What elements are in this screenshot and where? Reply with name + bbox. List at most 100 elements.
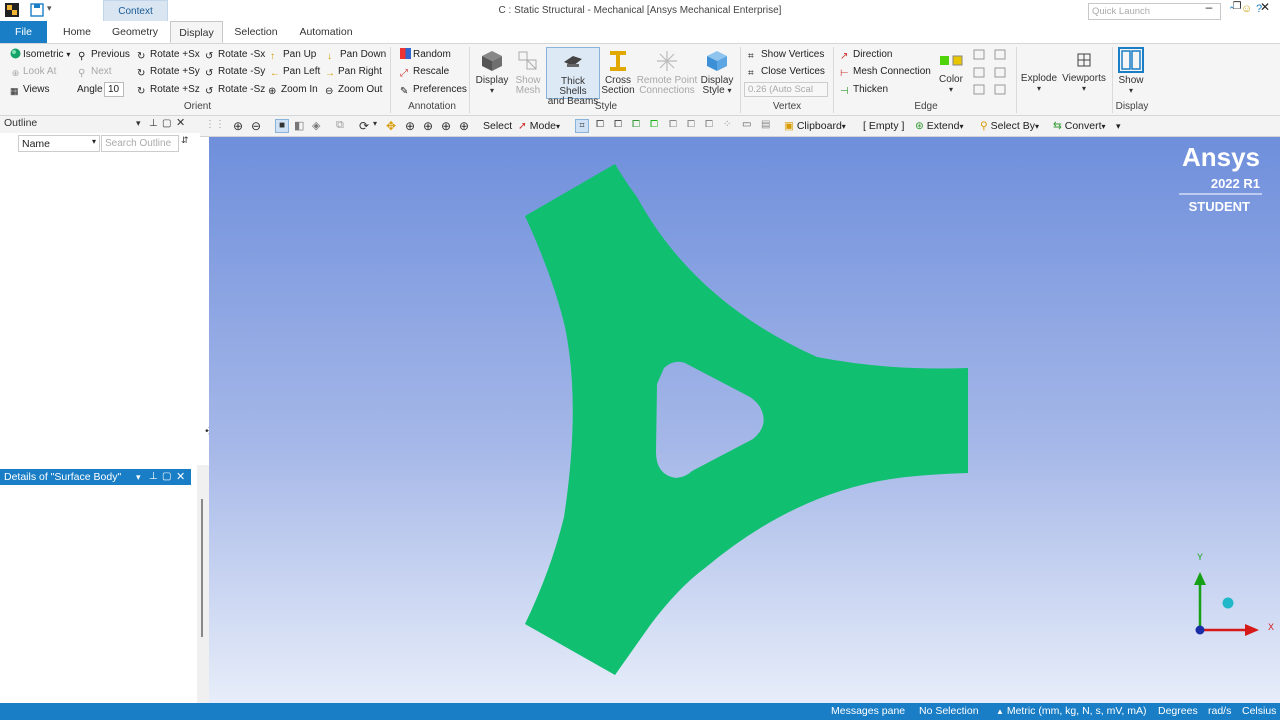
random-button[interactable]: Random xyxy=(400,47,451,62)
next-button[interactable]: ⚲ Next xyxy=(78,64,112,79)
outline-options-icon[interactable]: ⇵ xyxy=(181,135,189,146)
pan-up-button[interactable]: ↑ Pan Up xyxy=(270,47,316,62)
tab-geometry[interactable]: Geometry xyxy=(107,21,163,43)
magnifier-icon[interactable]: ⊕ xyxy=(459,119,473,133)
direction-button[interactable]: ↗ Direction xyxy=(840,47,892,62)
pan-down-button[interactable]: ↓ Pan Down xyxy=(327,47,386,62)
convert-dropdown[interactable]: ⇆ Convert▾ xyxy=(1053,119,1106,134)
tab-display[interactable]: Display xyxy=(170,21,223,43)
show-mesh-button[interactable]: Show Mesh xyxy=(512,49,544,96)
look-at-button[interactable]: ⊕ Look At xyxy=(10,64,57,79)
close-vertices-button[interactable]: ⌗ Close Vertices xyxy=(748,64,825,79)
edge-color-button[interactable]: Color ▾ xyxy=(936,53,966,95)
extend-dropdown[interactable]: ⊛ Extend▾ xyxy=(915,119,963,134)
explode-button[interactable]: Explode ▾ xyxy=(1020,74,1058,94)
show-vertices-button[interactable]: ⌗ Show Vertices xyxy=(748,47,824,62)
zoom-out-button[interactable]: ⊖ Zoom Out xyxy=(325,82,382,97)
close-panel-icon[interactable]: ✕ xyxy=(176,469,185,485)
pan-right-button[interactable]: → Pan Right xyxy=(325,64,382,79)
model-geometry[interactable]: Ansys 2022 R1 STUDENT Y X xyxy=(209,137,1280,703)
temperature-units[interactable]: Celsius xyxy=(1242,703,1276,720)
rotate-minus-sx-button[interactable]: ↺ Rotate -Sx xyxy=(205,47,265,62)
viewports-button[interactable]: Viewports ▾ xyxy=(1060,53,1108,94)
ruler-icon[interactable]: ▤ xyxy=(761,119,775,133)
select-mesh-icon[interactable]: ⁘ xyxy=(723,119,737,133)
pin-panel-icon[interactable]: ⊥ xyxy=(149,469,158,485)
select-node-icon[interactable]: ⧠ xyxy=(650,119,664,133)
select-vertex-icon[interactable]: ⌗ xyxy=(575,119,589,133)
zoom-in-button[interactable]: ⊕ Zoom In xyxy=(268,82,318,97)
zoom-icon[interactable]: ⊕ xyxy=(405,119,419,133)
pan-view-icon[interactable]: ✥ xyxy=(386,119,400,133)
thick-shells-beams-button[interactable]: Thick Shells and Beams xyxy=(546,47,600,107)
display-dropdown-button[interactable]: Display ▾ xyxy=(474,49,510,96)
search-outline-input[interactable]: Search Outline xyxy=(101,135,179,152)
pan-left-button[interactable]: ← Pan Left xyxy=(270,64,320,79)
wireframe-cube-icon[interactable]: ◧ xyxy=(294,119,308,133)
tab-automation[interactable]: Automation xyxy=(292,21,360,43)
select-element-face-icon[interactable]: ⧠ xyxy=(669,119,683,133)
rotate-minus-sy-button[interactable]: ↺ Rotate -Sy xyxy=(205,64,265,79)
maximize-panel-icon[interactable]: ▢ xyxy=(162,116,171,131)
isometric-button[interactable]: Isometric ▾ xyxy=(10,47,70,62)
cross-section-button[interactable]: Cross Section xyxy=(601,49,635,96)
details-scrollbar[interactable] xyxy=(201,499,203,637)
show-button[interactable]: Show ▾ xyxy=(1114,47,1148,96)
zoom-fit-icon[interactable]: ⊕ xyxy=(441,119,455,133)
mesh-connection-button[interactable]: ⊢ Mesh Connection xyxy=(840,64,931,79)
tab-home[interactable]: Home xyxy=(55,21,99,43)
triad-axis[interactable]: Y X xyxy=(1194,552,1274,636)
pin-panel-icon[interactable]: ⊥ xyxy=(149,116,158,131)
details-grid[interactable] xyxy=(0,486,197,702)
mode-dropdown[interactable]: ➚ Mode▾ xyxy=(518,119,560,134)
remote-point-connections-button[interactable]: Remote Point Connections xyxy=(636,49,698,96)
select-body-icon[interactable]: ⧠ xyxy=(632,119,646,133)
outline-tree[interactable] xyxy=(0,153,209,465)
rescale-button[interactable]: ⤢ Rescale xyxy=(400,64,449,79)
preferences-button[interactable]: ✎ Preferences xyxy=(400,82,467,97)
annotation-icon[interactable]: ▭ xyxy=(742,119,756,133)
messages-pane-toggle[interactable]: Messages pane xyxy=(831,703,905,720)
rotate-minus-sz-button[interactable]: ↺ Rotate -Sz xyxy=(205,82,265,97)
toolbar-overflow-icon[interactable]: ▾ xyxy=(1116,119,1121,133)
name-column-filter[interactable]: Name ▾ xyxy=(18,135,100,152)
previous-button[interactable]: ⚲ Previous xyxy=(78,47,130,62)
section-icon[interactable]: ⧉ xyxy=(336,119,350,133)
angle-input[interactable]: 10 xyxy=(104,82,124,97)
select-element-icon[interactable]: ⧠ xyxy=(687,119,701,133)
select-all-icon[interactable]: ⧠ xyxy=(705,119,719,133)
select-label[interactable]: Select xyxy=(483,119,512,133)
rotate-plus-sy-button[interactable]: ↻ Rotate +Sy xyxy=(137,64,200,79)
rotate-plus-sx-button[interactable]: ↻ Rotate +Sx xyxy=(137,47,200,62)
edges-icon[interactable]: ◈ xyxy=(312,119,326,133)
clipboard-dropdown[interactable]: ▣ Clipboard▾ xyxy=(784,119,846,134)
restore-button[interactable]: ❐ xyxy=(1227,0,1247,15)
close-panel-icon[interactable]: ✕ xyxy=(176,116,185,131)
units-dropdown[interactable]: ▲ Metric (mm, kg, N, s, mV, mA) xyxy=(996,703,1146,720)
views-button[interactable]: ▦ Views xyxy=(10,82,50,97)
select-by-dropdown[interactable]: ⚲ Select By▾ xyxy=(980,119,1039,134)
zoom-to-fit-icon[interactable]: ⊕ xyxy=(233,119,247,133)
panel-dropdown-icon[interactable]: ▾ xyxy=(136,116,141,131)
zoom-box-icon[interactable]: ⊕ xyxy=(423,119,437,133)
display-style-button[interactable]: Display Style ▾ xyxy=(699,49,735,96)
surface-body[interactable] xyxy=(525,164,968,675)
panel-dropdown-icon[interactable]: ▾ xyxy=(136,469,141,485)
edge-style-icons[interactable] xyxy=(973,48,1013,98)
box-zoom-icon[interactable]: ⊖ xyxy=(251,119,265,133)
graphics-viewport[interactable]: Ansys 2022 R1 STUDENT Y X xyxy=(209,137,1280,703)
tab-selection[interactable]: Selection xyxy=(230,21,282,43)
rotate-dropdown-icon[interactable]: ▾ xyxy=(373,119,387,133)
rotation-units[interactable]: rad/s xyxy=(1208,703,1231,720)
select-face-icon[interactable]: ⧠ xyxy=(614,119,628,133)
rotate-plus-sz-button[interactable]: ↻ Rotate +Sz xyxy=(137,82,200,97)
close-button[interactable]: ✕ xyxy=(1255,0,1275,15)
tab-file[interactable]: File xyxy=(0,21,47,43)
auto-scale-dropdown[interactable]: 0.26 (Auto Scal xyxy=(744,82,828,97)
thicken-button[interactable]: ⊣ Thicken xyxy=(840,82,888,97)
shaded-cube-icon[interactable]: ■ xyxy=(275,119,289,133)
rotate-view-icon[interactable]: ⟳ xyxy=(359,119,373,133)
select-edge-icon[interactable]: ⧠ xyxy=(596,119,610,133)
maximize-panel-icon[interactable]: ▢ xyxy=(162,469,171,485)
minimize-button[interactable]: – xyxy=(1199,0,1219,15)
